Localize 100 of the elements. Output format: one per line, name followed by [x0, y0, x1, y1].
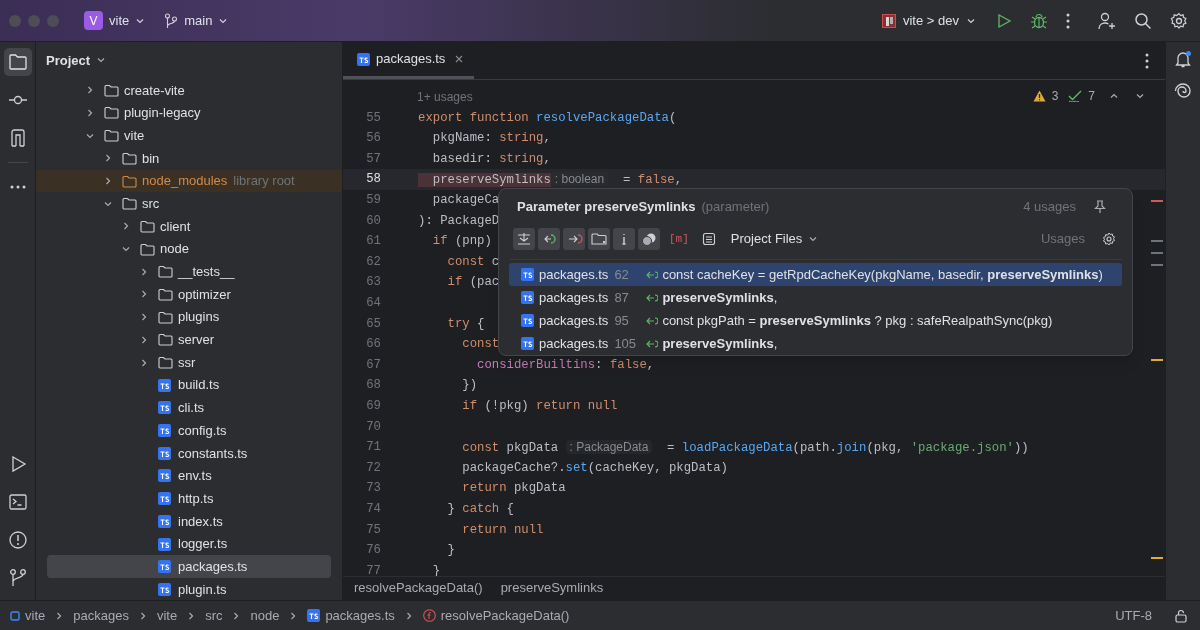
method-filter[interactable]: [m] [669, 230, 689, 248]
line-number: 68 [365, 377, 381, 395]
scroll-marker[interactable] [1151, 359, 1163, 361]
breadcrumb[interactable]: vite [10, 605, 46, 626]
run-configuration[interactable]: vite > dev [882, 10, 976, 31]
line-number: 60 [365, 212, 381, 230]
usage-file: packages.ts [539, 288, 609, 307]
chevron-right-icon[interactable] [103, 176, 113, 187]
usage-row[interactable]: packages.ts 62 const cacheKey = getRpdCacheKey(pkgName, basedir, preserveSymlinks) [509, 263, 1122, 286]
tree-item[interactable]: build.ts [36, 373, 342, 397]
tree-item[interactable]: logger.ts [36, 532, 342, 556]
typescript-file-icon [158, 492, 171, 506]
check-count[interactable]: 7 [1088, 87, 1095, 105]
tree-item[interactable]: packages.ts [47, 555, 331, 579]
tree-item[interactable]: ssr [36, 351, 342, 374]
tool-window-button[interactable] [3, 48, 32, 76]
tree-item[interactable]: http.ts [36, 487, 342, 510]
chevron-right-icon[interactable] [139, 266, 149, 277]
chevron-right-icon[interactable] [139, 289, 149, 300]
breadcrumb[interactable]: vite [156, 605, 178, 626]
line-number: 61 [365, 233, 381, 251]
close-icon[interactable] [454, 54, 465, 64]
tree-item[interactable]: vite [36, 124, 342, 147]
tree-item[interactable]: src [36, 192, 342, 216]
breadcrumb[interactable]: src [205, 605, 223, 626]
tree-item[interactable]: client [36, 215, 342, 238]
breadcrumb[interactable]: resolvePackageData() [422, 605, 570, 626]
project-selector[interactable]: V vite [81, 8, 149, 33]
tree-item[interactable]: plugin.ts [36, 578, 342, 600]
tree-item[interactable]: constants.ts [36, 441, 342, 465]
chevron-right-icon[interactable] [139, 357, 149, 368]
tree-item[interactable]: config.ts [36, 419, 342, 442]
tree-item[interactable]: plugin-legacy [36, 101, 342, 125]
tree-item[interactable]: env.ts [36, 464, 342, 488]
notifications-icon[interactable] [1174, 50, 1192, 68]
tree-item[interactable]: plugins [36, 305, 342, 329]
tree-item[interactable]: server [36, 328, 342, 352]
line-number: 75 [365, 521, 381, 539]
pin-icon[interactable] [1094, 199, 1106, 214]
warning-count[interactable]: 3 [1051, 87, 1059, 105]
tree-item[interactable]: create-vite [36, 78, 342, 102]
tree-item[interactable]: node [36, 237, 342, 261]
typescript-file-icon [521, 291, 534, 304]
add-user-icon[interactable] [1098, 11, 1116, 30]
run-config-name: vite > dev [903, 11, 959, 30]
typescript-file-icon [521, 314, 534, 327]
scroll-marker[interactable] [1151, 264, 1163, 266]
breadcrumb[interactable]: preserveSymlinks [500, 577, 604, 598]
editor-tab[interactable]: packages.ts [343, 42, 475, 79]
typescript-file-icon [521, 337, 534, 350]
tree-item[interactable]: bin [36, 147, 342, 170]
scope-dropdown[interactable]: Project Files [730, 229, 819, 249]
chevron-up-icon[interactable] [1109, 91, 1119, 101]
check-icon[interactable] [1068, 90, 1083, 102]
usage-row[interactable]: packages.ts 105 preserveSymlinks, [509, 332, 1122, 355]
chevron-right-icon[interactable] [85, 85, 95, 96]
tree-item-label: env.ts [178, 467, 212, 486]
more-icon [9, 185, 26, 189]
lock-icon[interactable] [1174, 608, 1188, 623]
chevron-right-icon[interactable] [121, 221, 131, 232]
tree-item[interactable]: index.ts [36, 510, 342, 533]
warning-icon[interactable] [1032, 90, 1046, 102]
tree-item[interactable]: optimizer [36, 283, 342, 306]
ai-assistant-icon[interactable] [1174, 82, 1192, 100]
run-icon[interactable] [996, 12, 1012, 29]
usage-row[interactable]: packages.ts 95 const pkgPath = preserveSymlinks ? pkg : safeRealpathSync(pkg) [509, 309, 1122, 332]
breadcrumb[interactable]: packages [73, 605, 129, 626]
usages-hint[interactable]: 1+ usages [417, 88, 473, 107]
tree-item[interactable]: __tests__ [36, 260, 342, 284]
scroll-marker[interactable] [1151, 240, 1163, 242]
search-icon[interactable] [1134, 11, 1152, 30]
tree-item-label: index.ts [178, 512, 223, 531]
folder-icon [104, 106, 119, 120]
more-options-icon[interactable] [1145, 52, 1149, 69]
breadcrumb[interactable]: resolvePackageData() [354, 577, 483, 598]
file-encoding[interactable]: UTF-8 [1115, 605, 1152, 626]
settings-icon[interactable] [1170, 11, 1188, 30]
branch-icon [164, 12, 179, 29]
tree-item[interactable]: node_modules library root [36, 169, 342, 193]
chevron-right-icon[interactable] [85, 108, 95, 118]
tree-item-label: src [142, 195, 160, 213]
chevron-right-icon[interactable] [139, 312, 149, 323]
tree-item[interactable]: cli.ts [36, 396, 342, 420]
usage-arrow-icon [646, 315, 659, 326]
scroll-marker[interactable] [1151, 252, 1163, 254]
chevron-right-icon[interactable] [103, 153, 113, 164]
scroll-marker[interactable] [1151, 200, 1163, 202]
scroll-marker[interactable] [1151, 557, 1163, 559]
bug-icon[interactable] [1030, 11, 1048, 30]
usage-row[interactable]: packages.ts 87 preserveSymlinks, [509, 286, 1122, 309]
preview-icon[interactable] [701, 232, 716, 247]
settings-icon[interactable] [1102, 232, 1116, 247]
branch-selector[interactable]: main [164, 10, 229, 31]
more-options-icon[interactable] [1066, 12, 1070, 29]
chevron-right-icon[interactable] [139, 334, 149, 345]
terminal-icon [7, 492, 28, 512]
breadcrumb[interactable]: packages.ts [307, 605, 395, 626]
problems-icon [7, 530, 28, 550]
chevron-down-icon[interactable] [1135, 91, 1145, 101]
breadcrumb[interactable]: node [250, 605, 280, 626]
